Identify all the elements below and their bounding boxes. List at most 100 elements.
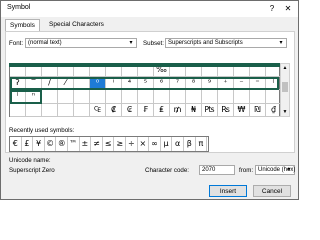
- recent-symbol-cell[interactable]: £: [22, 137, 34, 151]
- recent-symbol-cell[interactable]: ¥: [33, 137, 45, 151]
- symbol-cell[interactable]: ‾: [26, 77, 42, 91]
- symbol-cell[interactable]: [186, 90, 202, 104]
- symbol-cell[interactable]: ⁺: [218, 77, 234, 91]
- recent-symbol-cell[interactable]: α: [172, 137, 184, 151]
- symbol-cell[interactable]: [42, 64, 58, 78]
- help-button[interactable]: ?: [266, 3, 278, 15]
- symbol-grid-scrollbar[interactable]: ▲ ▼: [280, 63, 290, 117]
- symbol-cell[interactable]: ⁰: [90, 77, 106, 91]
- symbol-cell[interactable]: [154, 90, 170, 104]
- recent-symbols[interactable]: € £ ¥ © ® ™ ± ≠ ≤ ≥ ÷ × ∞ µ α β π: [9, 136, 209, 152]
- symbol-cell[interactable]: [250, 64, 266, 78]
- scroll-up-icon[interactable]: ▲: [281, 64, 289, 72]
- symbol-cell[interactable]: ₧: [202, 103, 218, 117]
- symbol-cell[interactable]: ⁷: [170, 77, 186, 91]
- recent-symbol-cell[interactable]: ©: [45, 137, 57, 151]
- recent-symbol-cell[interactable]: µ: [161, 137, 173, 151]
- from-select[interactable]: Unicode (hex) ▾: [255, 165, 295, 175]
- symbol-cell[interactable]: [10, 64, 26, 78]
- symbol-cell[interactable]: [250, 90, 266, 104]
- chevron-down-icon: ▾: [287, 167, 291, 173]
- symbol-cell[interactable]: ⁸: [186, 77, 202, 91]
- recent-symbol-cell[interactable]: ≤: [103, 137, 115, 151]
- recent-symbol-cell[interactable]: π: [196, 137, 208, 151]
- subset-select-value: Superscripts and Subscripts: [168, 40, 243, 46]
- subset-select[interactable]: Superscripts and Subscripts ▾: [165, 38, 287, 48]
- symbol-cell[interactable]: [74, 77, 90, 91]
- symbol-cell[interactable]: ⁵: [138, 77, 154, 91]
- symbol-cell[interactable]: [202, 64, 218, 78]
- symbol-cell[interactable]: [90, 64, 106, 78]
- symbol-cell[interactable]: [106, 64, 122, 78]
- scroll-thumb[interactable]: [282, 82, 288, 92]
- symbol-cell[interactable]: ⁹: [202, 77, 218, 91]
- symbol-cell[interactable]: [122, 90, 138, 104]
- symbol-cell[interactable]: [170, 64, 186, 78]
- symbol-cell[interactable]: [218, 64, 234, 78]
- symbol-cell[interactable]: [234, 90, 250, 104]
- recent-symbol-cell[interactable]: ∞: [149, 137, 161, 151]
- symbol-cell[interactable]: ₣: [138, 103, 154, 117]
- cancel-button[interactable]: Cancel: [253, 185, 291, 197]
- symbol-cell[interactable]: ⁶: [154, 77, 170, 91]
- symbol-cell[interactable]: [186, 64, 202, 78]
- symbol-cell[interactable]: [58, 64, 74, 78]
- symbol-cell[interactable]: [42, 90, 58, 104]
- symbol-dialog: Symbol ? ✕ Symbols Special Characters Fo…: [0, 0, 299, 200]
- symbol-cell[interactable]: [42, 103, 58, 117]
- recent-symbol-cell[interactable]: β: [184, 137, 196, 151]
- symbol-cell[interactable]: ʔ: [10, 77, 26, 91]
- symbol-cell[interactable]: [138, 64, 154, 78]
- symbol-cell[interactable]: ₤: [154, 103, 170, 117]
- symbol-cell[interactable]: ⁾: [10, 90, 26, 104]
- symbol-cell[interactable]: [58, 103, 74, 117]
- symbol-cell[interactable]: [138, 90, 154, 104]
- symbol-cell[interactable]: [202, 90, 218, 104]
- recent-symbol-cell[interactable]: ≠: [91, 137, 103, 151]
- close-button[interactable]: ✕: [282, 3, 294, 15]
- symbol-cell[interactable]: [170, 90, 186, 104]
- symbol-cell[interactable]: ₩: [234, 103, 250, 117]
- recent-symbol-cell[interactable]: €: [10, 137, 22, 151]
- recent-symbol-cell[interactable]: ÷: [126, 137, 138, 151]
- symbol-cell[interactable]: ⁼: [250, 77, 266, 91]
- recent-symbol-cell[interactable]: ≥: [114, 137, 126, 151]
- recent-symbol-cell[interactable]: ×: [138, 137, 150, 151]
- tab-special-characters[interactable]: Special Characters: [45, 19, 108, 31]
- symbol-cell[interactable]: ⁴: [122, 77, 138, 91]
- symbol-cell[interactable]: [234, 64, 250, 78]
- font-select[interactable]: (normal text) ▾: [25, 38, 137, 48]
- symbol-cell[interactable]: ‰: [154, 64, 170, 78]
- recent-symbol-cell[interactable]: ®: [56, 137, 68, 151]
- symbol-cell[interactable]: [26, 103, 42, 117]
- symbol-cell[interactable]: [74, 90, 90, 104]
- recent-symbol-cell[interactable]: ™: [68, 137, 80, 151]
- symbol-cell[interactable]: [58, 90, 74, 104]
- symbol-cell[interactable]: [74, 64, 90, 78]
- scroll-down-icon[interactable]: ▼: [281, 108, 289, 116]
- insert-button[interactable]: Insert: [209, 185, 247, 197]
- symbol-grid[interactable]: ‰ ʔ ‾ / ⁄ ⁰ ⁱ ⁴ ⁵ ⁶ ⁷ ⁸ ⁹ ⁺ ⁻ ⁼ ⁽ ⁾ ⁿ ₠ ₡ ₢ ₣ ₤ ₥ ₦ ₧ ₨ ₩ ₪ ₫: [9, 63, 282, 117]
- symbol-cell[interactable]: ⁻: [234, 77, 250, 91]
- chevron-down-icon: ▾: [279, 40, 283, 46]
- symbol-cell[interactable]: [106, 90, 122, 104]
- symbol-cell[interactable]: ₢: [122, 103, 138, 117]
- symbol-cell[interactable]: [26, 64, 42, 78]
- symbol-cell[interactable]: [218, 90, 234, 104]
- symbol-cell[interactable]: [122, 64, 138, 78]
- symbol-cell[interactable]: ₡: [106, 103, 122, 117]
- symbol-cell[interactable]: ₦: [186, 103, 202, 117]
- character-code-input[interactable]: 2070: [199, 165, 235, 175]
- symbol-cell[interactable]: ⁄: [58, 77, 74, 91]
- symbol-cell[interactable]: [90, 90, 106, 104]
- symbol-cell[interactable]: ₪: [250, 103, 266, 117]
- symbol-cell[interactable]: ₠: [90, 103, 106, 117]
- symbol-cell[interactable]: ₨: [218, 103, 234, 117]
- symbol-cell[interactable]: ⁱ: [106, 77, 122, 91]
- symbol-cell[interactable]: [10, 103, 26, 117]
- recent-symbol-cell[interactable]: ±: [80, 137, 92, 151]
- symbol-cell[interactable]: ₥: [170, 103, 186, 117]
- symbol-cell[interactable]: ⁿ: [26, 90, 42, 104]
- symbol-cell[interactable]: /: [42, 77, 58, 91]
- symbol-cell[interactable]: [74, 103, 90, 117]
